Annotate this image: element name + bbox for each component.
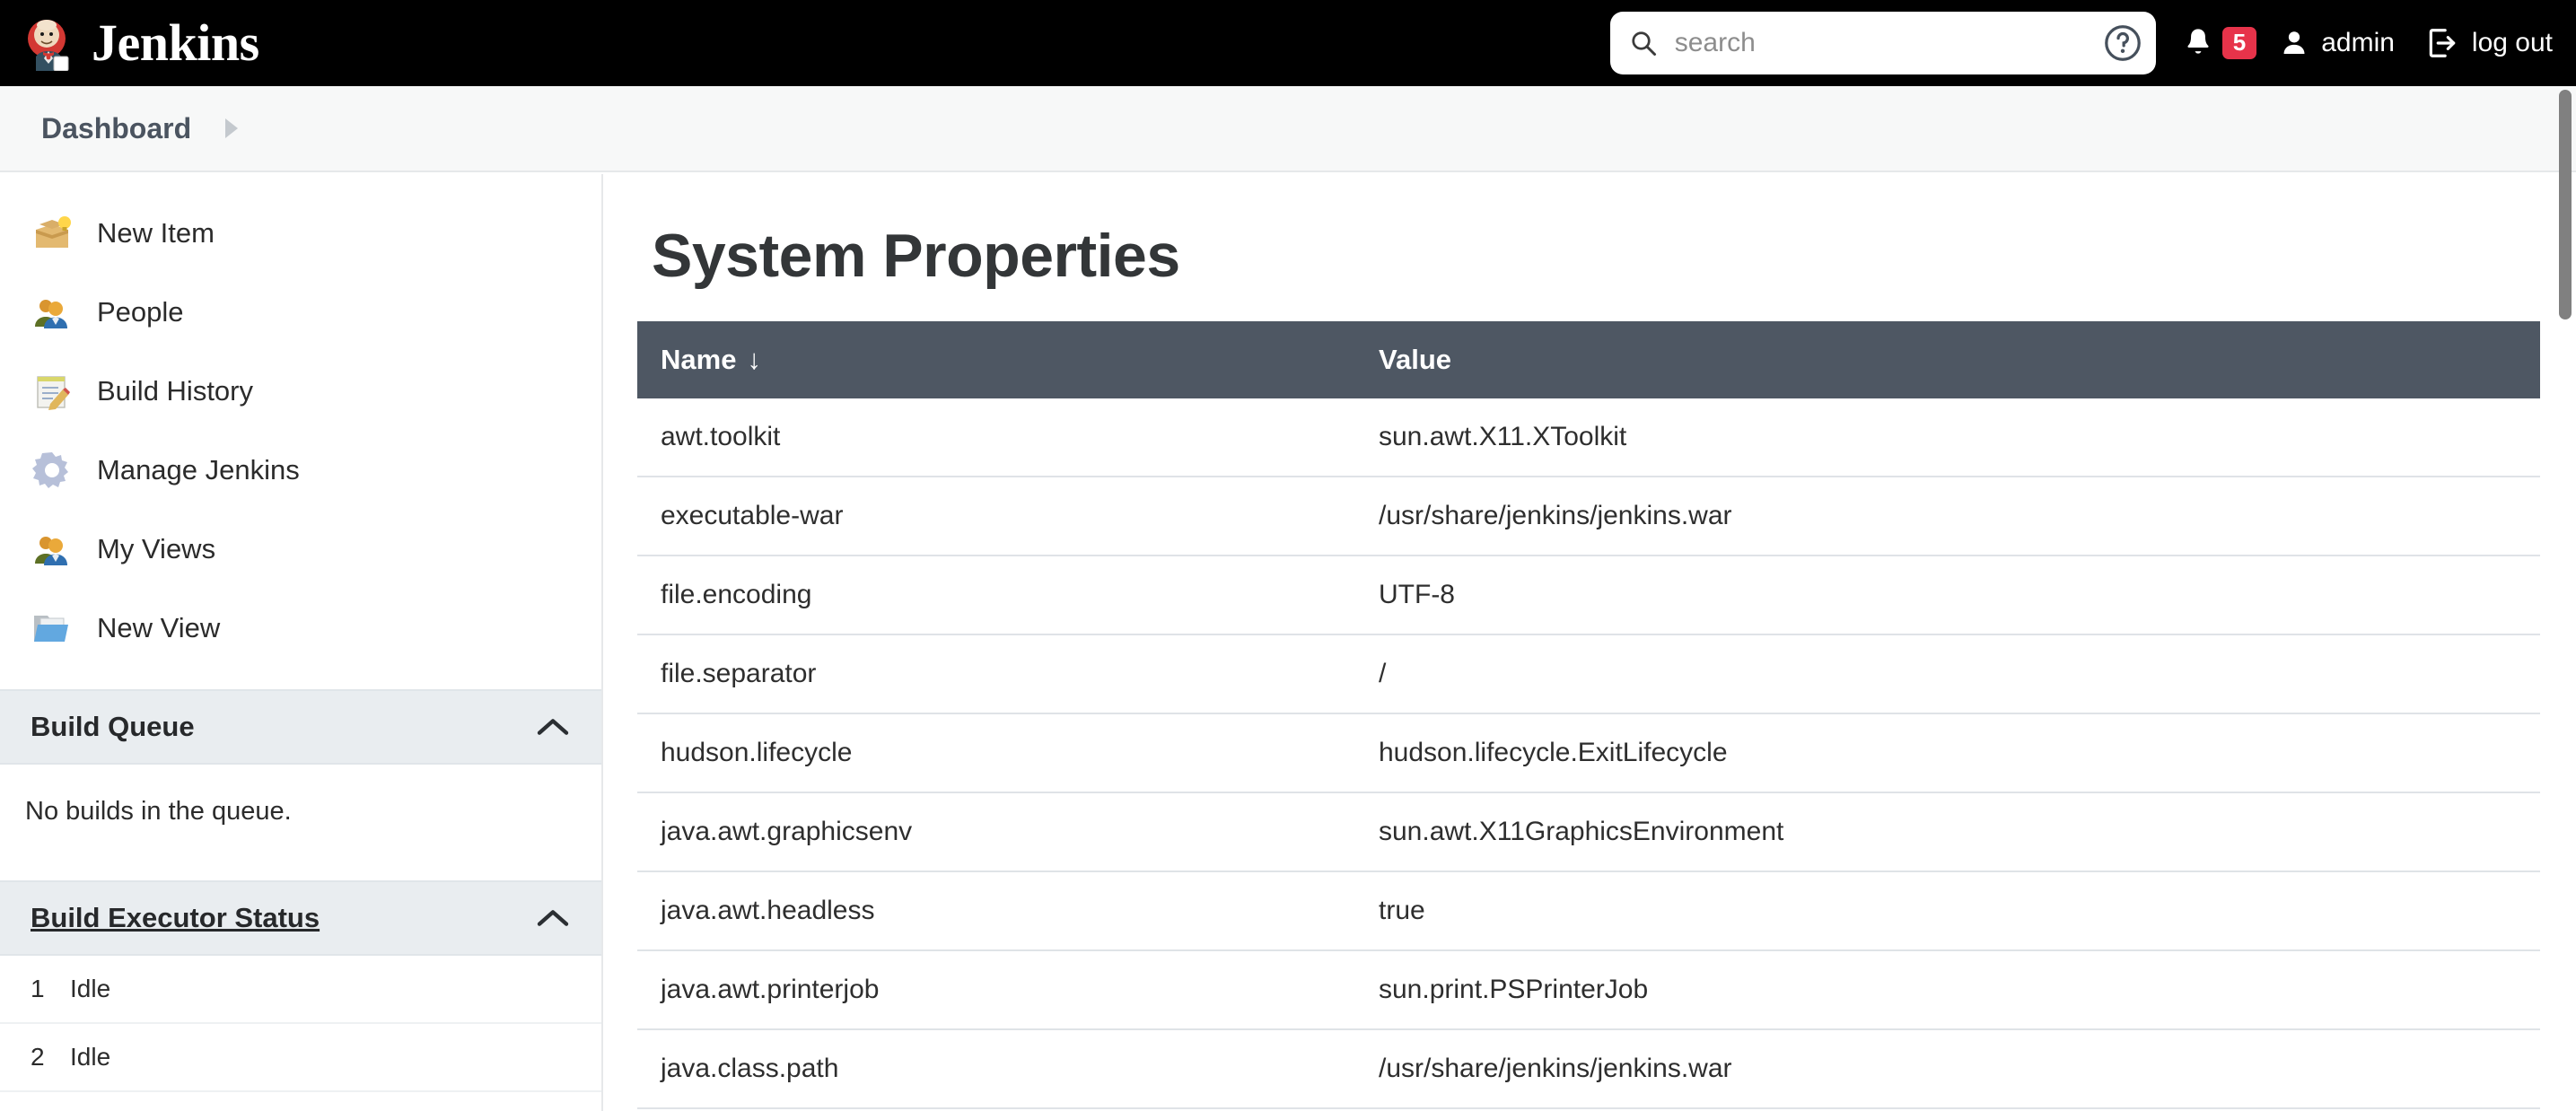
table-row: java.awt.printerjob sun.print.PSPrinterJo… — [637, 950, 2540, 1030]
my-views-icon — [31, 528, 74, 571]
build-queue-empty-text: No builds in the queue. — [25, 797, 292, 826]
chevron-up-icon[interactable] — [535, 906, 571, 930]
sidebar-item-label: New View — [97, 612, 221, 643]
sidebar-item-label: People — [97, 296, 184, 328]
property-name-cell: java.awt.graphicsenv — [637, 792, 1355, 872]
table-row: java.awt.graphicsenv sun.awt.X11GraphicsE… — [637, 792, 2540, 872]
executor-state: Idle — [70, 1043, 111, 1071]
build-queue-header[interactable]: Build Queue — [0, 689, 601, 765]
main-content: System Properties Name ↓ Value awt.toolki… — [603, 174, 2576, 1111]
sidebar-item-label: Build History — [97, 375, 253, 407]
build-queue-title: Build Queue — [31, 711, 195, 742]
table-head: Name ↓ Value — [637, 321, 2540, 398]
sidebar-nav: New Item People Build History Manage Jen… — [0, 174, 601, 668]
property-value-cell: /usr/share/jenkins/jenkins.war — [1355, 477, 2540, 556]
sidebar-item-label: My Views — [97, 533, 216, 564]
build-executor-status-title[interactable]: Build Executor Status — [31, 902, 320, 934]
system-properties-table: Name ↓ Value awt.toolkit sun.awt.X11.XTool… — [637, 321, 2540, 1111]
property-name-cell: hudson.lifecycle — [637, 713, 1355, 793]
property-name-cell: executable-war — [637, 477, 1355, 556]
breadcrumb: Dashboard — [0, 86, 2576, 172]
header-actions: 5 admin log out — [1609, 12, 2576, 74]
page-title: System Properties — [652, 222, 1180, 290]
gear-icon — [31, 449, 74, 492]
table-row: hudson.lifecycle hudson.lifecycle.ExitLif… — [637, 713, 2540, 793]
brand-home-link[interactable]: Jenkins — [0, 13, 259, 72]
page-body: New Item People Build History Manage Jen… — [0, 174, 2576, 1111]
chevron-right-icon[interactable] — [225, 118, 239, 138]
new-item-icon — [31, 212, 74, 255]
sidebar-item-build-history[interactable]: Build History — [0, 352, 601, 431]
sidebar-item-label: Manage Jenkins — [97, 454, 300, 486]
notifications-button[interactable]: 5 — [2183, 25, 2257, 61]
people-icon — [31, 291, 74, 334]
property-name-cell: java.awt.printerjob — [637, 950, 1355, 1030]
property-name-cell: file.separator — [637, 634, 1355, 714]
user-name-label: admin — [2321, 28, 2395, 57]
property-name-cell: file.encoding — [637, 556, 1355, 635]
table-row: awt.toolkit sun.awt.X11.XToolkit — [637, 398, 2540, 477]
scrollbar-thumb[interactable] — [2559, 90, 2572, 319]
bell-icon — [2183, 25, 2213, 61]
search-icon — [1630, 30, 1657, 57]
sidebar: New Item People Build History Manage Jen… — [0, 174, 603, 1111]
table-row: file.encoding UTF-8 — [637, 556, 2540, 635]
sidebar-item-label: New Item — [97, 217, 215, 249]
sidebar-item-my-views[interactable]: My Views — [0, 510, 601, 589]
property-value-cell: sun.print.PSPrinterJob — [1355, 950, 2540, 1030]
executor-state: Idle — [70, 975, 111, 1002]
user-menu[interactable]: admin — [2280, 28, 2395, 58]
table-row: executable-war/usr/share/jenkins/jenkins… — [637, 477, 2540, 556]
brand-title: Jenkins — [92, 13, 259, 72]
property-name-cell: java.awt.headless — [637, 871, 1355, 951]
table-row: java.class.path/usr/share/jenkins/jenkin… — [637, 1029, 2540, 1109]
property-name-cell: awt.toolkit — [637, 398, 1355, 477]
logout-label: log out — [2471, 28, 2553, 57]
jenkins-butler-logo-icon — [22, 15, 75, 72]
column-header-name-label: Name — [661, 344, 737, 375]
search-input[interactable] — [1672, 27, 2102, 59]
column-header-name[interactable]: Name ↓ — [637, 321, 1355, 398]
page-scrollbar[interactable] — [2556, 86, 2576, 1111]
folder-icon — [31, 607, 74, 650]
executor-row[interactable]: 1 Idle — [0, 956, 601, 1024]
property-value-cell: true — [1355, 871, 2540, 951]
property-name-cell: java.class.path — [637, 1029, 1355, 1109]
build-history-icon — [31, 370, 74, 413]
column-header-value[interactable]: Value — [1355, 321, 2540, 398]
logout-button[interactable]: log out — [2425, 26, 2553, 60]
notification-count-badge: 5 — [2221, 26, 2257, 60]
property-value-cell: /usr/share/jenkins/jenkins.war — [1355, 1029, 2540, 1109]
person-icon — [2280, 28, 2309, 58]
build-executor-status-header[interactable]: Build Executor Status — [0, 880, 601, 956]
sidebar-item-people[interactable]: People — [0, 273, 601, 352]
table-body: awt.toolkit sun.awt.X11.XToolkit executabl… — [637, 398, 2540, 1111]
sidebar-item-manage-jenkins[interactable]: Manage Jenkins — [0, 431, 601, 510]
executor-number: 2 — [31, 1043, 45, 1071]
table-row: java.awt.headless true — [637, 871, 2540, 951]
property-value-cell: hudson.lifecycle.ExitLifecycle — [1355, 713, 2540, 793]
app-header: Jenkins search 5 admin log out — [0, 0, 2576, 86]
search-box[interactable] — [1609, 12, 2156, 74]
help-icon[interactable] — [2102, 22, 2143, 64]
table-header-row: Name ↓ Value — [637, 321, 2540, 398]
property-value-cell: sun.awt.X11.XToolkit — [1355, 398, 2540, 477]
executor-row[interactable]: 2 Idle — [0, 1024, 601, 1092]
executor-number: 1 — [31, 975, 45, 1002]
sort-ascending-icon: ↓ — [747, 344, 761, 375]
sidebar-item-new-view[interactable]: New View — [0, 589, 601, 668]
sidebar-item-new-item[interactable]: New Item — [0, 194, 601, 273]
logout-icon — [2425, 26, 2459, 60]
property-value-cell: / — [1355, 634, 2540, 714]
chevron-up-icon[interactable] — [535, 715, 571, 739]
property-value-cell: UTF-8 — [1355, 556, 2540, 635]
table-row: file.separator / — [637, 634, 2540, 714]
property-value-cell: sun.awt.X11GraphicsEnvironment — [1355, 792, 2540, 872]
breadcrumb-item-dashboard[interactable]: Dashboard — [41, 112, 191, 145]
